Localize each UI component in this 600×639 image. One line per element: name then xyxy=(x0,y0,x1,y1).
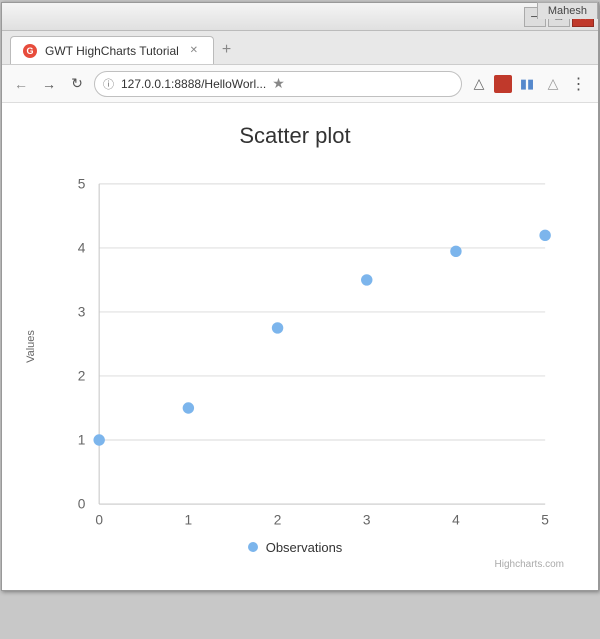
back-button[interactable]: ← xyxy=(10,73,32,95)
svg-text:1: 1 xyxy=(185,513,193,528)
chart-container: Scatter plot Values 5 4 xyxy=(12,113,588,580)
legend-dot-observations xyxy=(248,542,258,552)
browser-content: Scatter plot Values 5 4 xyxy=(2,103,598,590)
data-point-0[interactable] xyxy=(93,434,104,445)
extension-icon-3[interactable]: △ xyxy=(542,73,564,95)
chrome-menu-button[interactable]: ⋮ xyxy=(568,73,590,95)
svg-text:1: 1 xyxy=(78,433,86,448)
address-lock-icon: ⓘ xyxy=(103,76,114,92)
address-input[interactable]: ⓘ 127.0.0.1:8888/HelloWorl... ★ xyxy=(94,71,462,97)
browser-window: ─ □ ✕ G GWT HighCharts Tutorial ✕ + ← → … xyxy=(1,2,599,591)
tab-title: GWT HighCharts Tutorial xyxy=(45,44,179,58)
chart-plot: 5 4 3 2 1 0 0 1 2 3 4 5 xyxy=(42,161,568,532)
forward-button[interactable]: → xyxy=(38,73,60,95)
chart-title: Scatter plot xyxy=(22,123,568,149)
chart-legend: Observations xyxy=(22,540,568,555)
svg-text:5: 5 xyxy=(541,513,549,528)
title-bar: ─ □ ✕ xyxy=(2,3,598,31)
svg-text:2: 2 xyxy=(78,369,86,384)
extension-icon-2[interactable]: ▮▮ xyxy=(516,73,538,95)
address-bar: ← → ↻ ⓘ 127.0.0.1:8888/HelloWorl... ★ △ … xyxy=(2,65,598,103)
url-text: 127.0.0.1:8888/HelloWorl... xyxy=(121,77,266,91)
tab-bar: G GWT HighCharts Tutorial ✕ + xyxy=(2,31,598,65)
svg-text:2: 2 xyxy=(274,513,282,528)
tab-close-button[interactable]: ✕ xyxy=(187,44,201,58)
svg-text:0: 0 xyxy=(78,497,86,512)
svg-text:3: 3 xyxy=(78,305,86,320)
reload-button[interactable]: ↻ xyxy=(66,73,88,95)
highcharts-credit: Highcharts.com xyxy=(22,559,568,570)
toolbar: △ ▮▮ △ ⋮ xyxy=(468,73,590,95)
data-point-1[interactable] xyxy=(183,402,194,413)
y-axis-label: Values xyxy=(22,161,40,532)
data-point-3[interactable] xyxy=(361,274,372,285)
data-point-5[interactable] xyxy=(539,230,550,241)
bookmark-star-icon[interactable]: ★ xyxy=(272,75,285,92)
data-point-2[interactable] xyxy=(272,322,283,333)
tab-favicon: G xyxy=(23,44,37,58)
legend-label-observations: Observations xyxy=(266,540,343,555)
extension-icon-1[interactable]: △ xyxy=(468,73,490,95)
extension-icon-red[interactable] xyxy=(494,75,512,93)
svg-text:3: 3 xyxy=(363,513,371,528)
svg-text:4: 4 xyxy=(78,240,86,255)
active-tab[interactable]: G GWT HighCharts Tutorial ✕ xyxy=(10,36,214,64)
svg-text:5: 5 xyxy=(78,176,86,191)
data-point-4[interactable] xyxy=(450,246,461,257)
user-badge: Mahesh xyxy=(537,2,598,19)
chart-area: Values 5 4 3 2 xyxy=(22,161,568,532)
scatter-svg: 5 4 3 2 1 0 0 1 2 3 4 5 xyxy=(42,161,568,527)
svg-text:0: 0 xyxy=(95,513,103,528)
new-tab-button[interactable]: + xyxy=(214,36,239,64)
svg-text:4: 4 xyxy=(452,513,460,528)
